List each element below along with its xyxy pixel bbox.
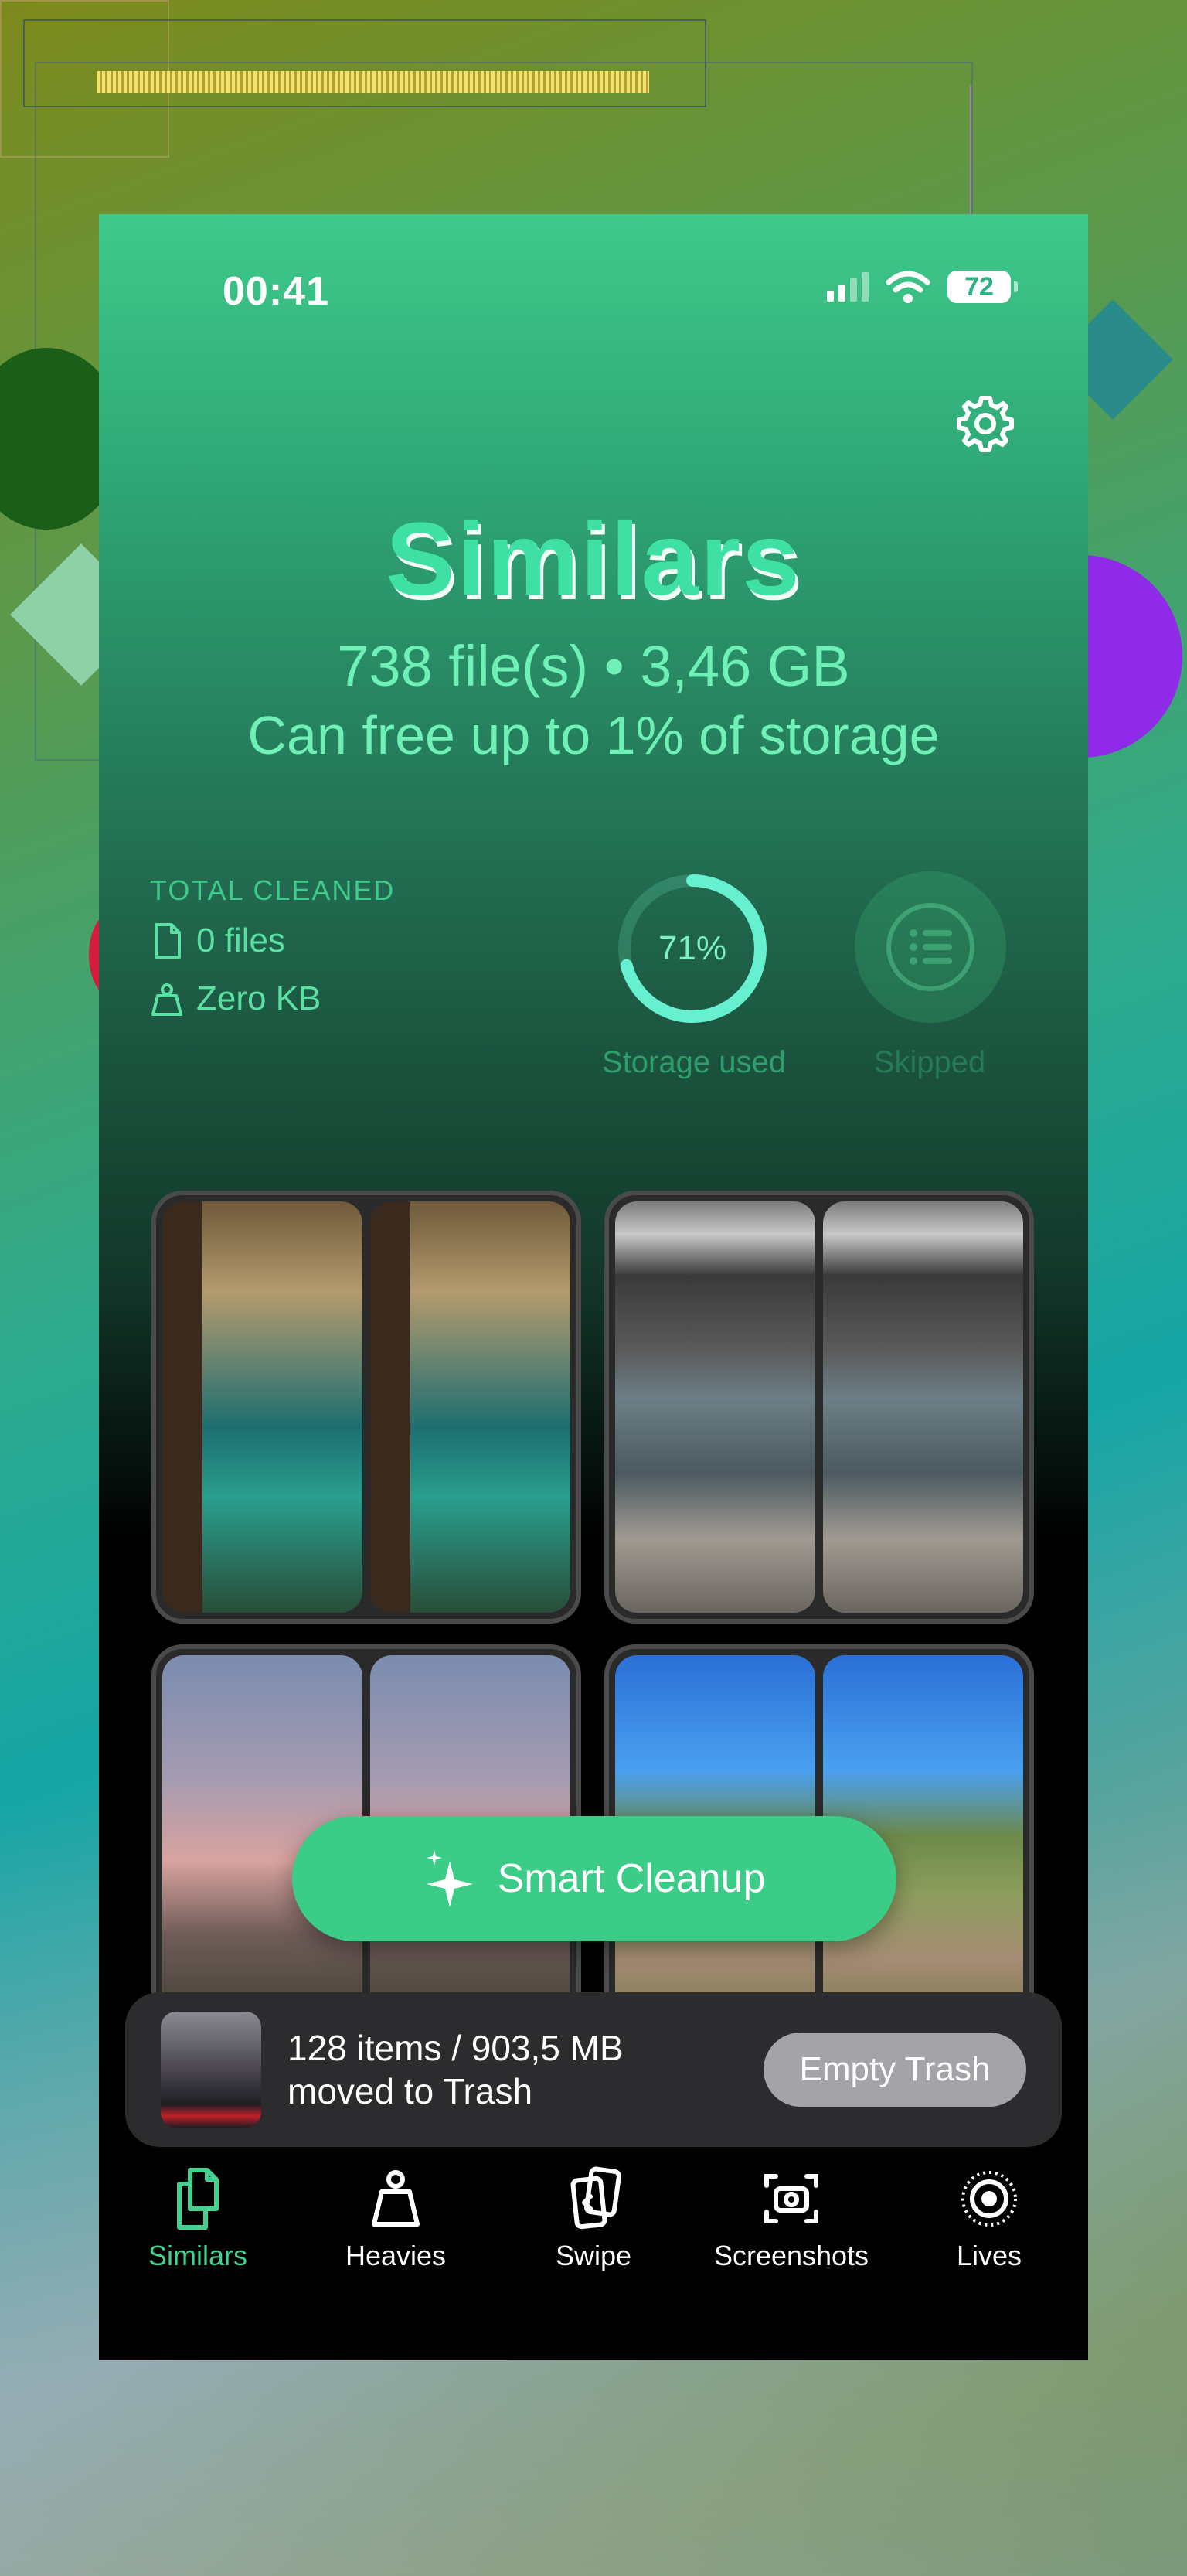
smart-cleanup-label: Smart Cleanup: [497, 1856, 766, 1901]
trash-banner: 128 items / 903,5 MB moved to Trash Empt…: [125, 1992, 1062, 2147]
trash-count: 128 items / 903,5 MB: [287, 2028, 624, 2068]
trash-thumbnail: [161, 2012, 261, 2128]
cellular-signal-icon: [827, 272, 869, 302]
cleaned-size-value: Zero KB: [196, 980, 321, 1017]
photo-thumbnail: [370, 1201, 570, 1613]
total-cleaned-label: TOTAL CLEANED: [150, 874, 396, 906]
files-summary: 738 file(s) • 3,46 GB: [337, 634, 850, 698]
similar-group-card[interactable]: [604, 1191, 1034, 1624]
storage-percent: 71%: [658, 929, 727, 967]
copy-icon: [177, 2168, 219, 2230]
skipped-label: Skipped: [873, 1045, 986, 1079]
tab-label: Similars: [148, 2240, 247, 2271]
similar-group-card[interactable]: [151, 1191, 581, 1624]
live-photo-icon: [961, 2171, 1017, 2227]
trash-summary: 128 items / 903,5 MB moved to Trash: [287, 2026, 764, 2113]
tab-label: Swipe: [555, 2240, 632, 2271]
tab-label: Lives: [956, 2240, 1022, 2271]
wifi-icon: [886, 271, 930, 303]
tab-label: Heavies: [345, 2240, 447, 2271]
list-icon: [886, 903, 974, 991]
storage-used-label: Storage used: [602, 1045, 786, 1079]
tab-screenshots[interactable]: Screenshots: [692, 2155, 890, 2286]
smart-cleanup-button[interactable]: Smart Cleanup: [292, 1816, 896, 1941]
empty-trash-button[interactable]: Empty Trash: [764, 2033, 1026, 2107]
file-icon: [155, 923, 181, 959]
settings-gear-icon[interactable]: [954, 392, 1017, 455]
tab-similars[interactable]: Similars: [99, 2155, 297, 2286]
tab-bar: Similars Heavies Swipe Screenshots Lives: [99, 2155, 1088, 2286]
tab-lives[interactable]: Lives: [890, 2155, 1088, 2286]
phone-screen: 00:41 72 Similars 738 file(s) • 3,46 GB …: [99, 214, 1088, 2360]
cleaned-files-row: 0 files: [150, 922, 285, 960]
swipe-cards-icon: [570, 2166, 621, 2230]
cleaned-files-value: 0 files: [196, 922, 285, 959]
decoration-strip: [97, 71, 649, 93]
tab-heavies[interactable]: Heavies: [297, 2155, 495, 2286]
battery-indicator: 72: [947, 271, 1018, 303]
status-time: 00:41: [223, 269, 329, 314]
sparkles-icon: [426, 1850, 473, 1907]
weight-icon: [151, 983, 182, 1016]
photo-thumbnail: [162, 1201, 362, 1613]
skipped-button[interactable]: [855, 871, 1006, 1023]
tab-swipe[interactable]: Swipe: [495, 2155, 692, 2286]
tab-label: Screenshots: [713, 2240, 869, 2271]
page-title: Similars: [386, 502, 801, 617]
weight-icon: [372, 2170, 420, 2227]
storage-hint: Can free up to 1% of storage: [247, 705, 940, 765]
screenshot-camera-icon: [764, 2174, 818, 2223]
cleaned-size-row: Zero KB: [150, 980, 321, 1018]
photo-thumbnail: [615, 1201, 815, 1613]
photo-thumbnail: [823, 1201, 1023, 1613]
trash-status: moved to Trash: [287, 2071, 533, 2111]
status-icons: 72: [827, 270, 1018, 304]
